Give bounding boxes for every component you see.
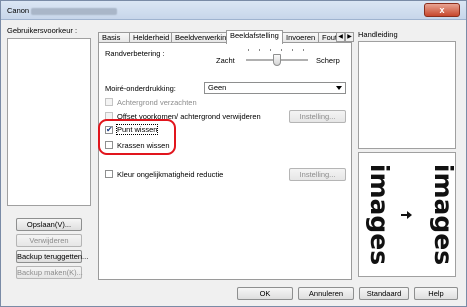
dot-remove-label: Punt wissen: [115, 124, 159, 135]
ok-button[interactable]: OK: [237, 287, 293, 300]
offset-settings-button[interactable]: Instelling...: [289, 110, 346, 123]
image-settings-panel: Randverbetering : Zacht Scherp Moiré-ond…: [98, 42, 352, 280]
help-button[interactable]: Help: [414, 287, 458, 300]
guide-label: Handleiding: [358, 30, 398, 39]
scratch-remove-label: Krassen wissen: [117, 141, 170, 150]
arrow-right-icon: [401, 211, 412, 219]
title-brand: Canon: [7, 6, 30, 15]
preview-word-before: images: [365, 163, 395, 266]
tab-scroll-right-icon[interactable]: ▶: [345, 32, 354, 42]
background-smooth-checkbox[interactable]: [105, 98, 113, 106]
edge-slider-thumb[interactable]: [273, 54, 281, 66]
backup-create-button[interactable]: Backup maken(K)...: [16, 266, 83, 279]
slider-tick: [270, 49, 271, 51]
backup-restore-button[interactable]: Backup teruggetten...: [16, 250, 88, 263]
default-button[interactable]: Standaard: [359, 287, 409, 300]
title-blurred-model: [31, 7, 118, 15]
slider-tick: [281, 49, 282, 51]
offset-checkbox[interactable]: [105, 112, 113, 120]
tab-scroll-left-icon[interactable]: ◀: [336, 32, 345, 42]
effect-preview-image: images images: [358, 152, 456, 277]
edge-max-label: Scherp: [316, 56, 340, 65]
close-button[interactable]: x: [424, 3, 460, 17]
color-settings-button[interactable]: Instelling...: [289, 168, 346, 181]
delete-preference-button[interactable]: Verwijderen: [16, 234, 82, 247]
edge-min-label: Zacht: [216, 56, 235, 65]
save-preference-button[interactable]: Opslaan(V)...: [16, 218, 82, 231]
edge-emphasis-label: Randverbetering :: [105, 49, 165, 58]
color-unevenness-checkbox[interactable]: [105, 170, 113, 178]
window-title: Canon: [7, 6, 118, 15]
moire-value: Geen: [208, 83, 227, 92]
moire-label: Moiré-onderdrukking:: [105, 84, 176, 93]
color-unevenness-label: Kleur ongelijkmatigheid reductie: [117, 170, 224, 179]
background-smooth-label: Achtergrond verzachten: [117, 98, 197, 107]
scratch-remove-checkbox[interactable]: [105, 141, 113, 149]
preferences-list[interactable]: [7, 38, 91, 206]
dot-remove-checkbox[interactable]: [105, 125, 113, 134]
preferences-label: Gebruikersvoorkeur :: [7, 26, 78, 35]
scanner-settings-window: Canon x Gebruikersvoorkeur : Opslaan(V).…: [0, 0, 467, 307]
moire-select[interactable]: Geen: [204, 82, 346, 94]
slider-tick: [303, 49, 304, 51]
tab-beeldafstelling[interactable]: Beeldafstelling: [226, 30, 283, 44]
cancel-button[interactable]: Annuleren: [298, 287, 354, 300]
offset-label: Offset voorkomen/ achtergrond verwijdere…: [117, 112, 261, 121]
chevron-down-icon: [336, 86, 342, 90]
preview-word-after: images: [429, 163, 456, 266]
slider-tick: [259, 49, 260, 51]
guide-text-area: [358, 41, 456, 149]
title-bar[interactable]: Canon x: [1, 1, 466, 20]
slider-tick: [248, 49, 249, 51]
close-icon: x: [439, 5, 445, 15]
slider-tick: [292, 49, 293, 51]
